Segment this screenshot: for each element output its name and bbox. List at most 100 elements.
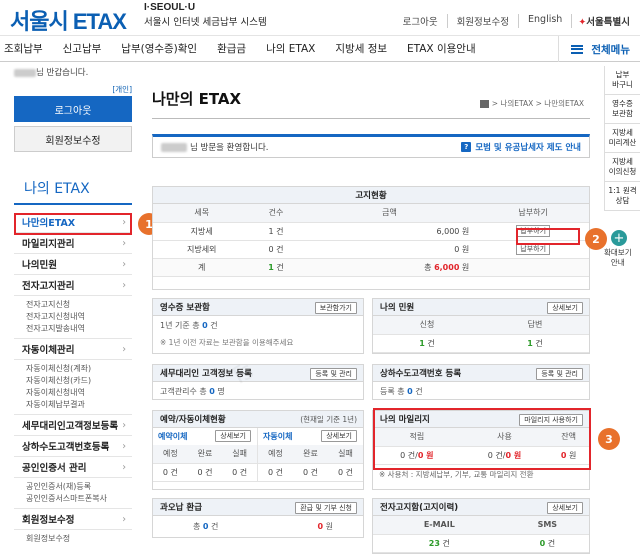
sub-item[interactable]: 자동이체신청(카드) bbox=[26, 375, 132, 387]
cell: 0 건 bbox=[258, 463, 293, 482]
sub-item[interactable]: 공인인증서스마트폰복사 bbox=[26, 493, 132, 505]
panel-body: 등록 총 0 건 bbox=[380, 387, 423, 396]
question-icon: ? bbox=[461, 142, 472, 152]
nav-item-refund[interactable]: 환급금 bbox=[207, 41, 256, 56]
cell: 23 건 bbox=[373, 534, 506, 553]
sub-item[interactable]: 자동이체신청(계좌) bbox=[26, 363, 132, 375]
sidebar-item-enotice[interactable]: 전자고지관리 › bbox=[14, 275, 132, 296]
table-row: 0 건0 건0 건 bbox=[153, 463, 257, 482]
logout-link[interactable]: 로그아웃 bbox=[394, 14, 448, 28]
cell: 0 건 bbox=[153, 463, 188, 482]
receipt-note: ※ 1년 이전 자료는 보관함을 이용해주세요 bbox=[160, 338, 294, 347]
water-panel: 상하수도고객번호 등록 등록 및 관리 등록 총 0 건 bbox=[372, 364, 590, 400]
member-modify-link[interactable]: 회원정보수정 bbox=[448, 14, 520, 28]
receipt-panel: 영수증 보관함 보관함가기 1년 기준 총 0 건 ※ 1년 이전 자료는 보관함… bbox=[152, 298, 364, 354]
minwon-detail-button[interactable]: 상세보기 bbox=[547, 302, 583, 314]
sub-item[interactable]: 공인인증서(재)등록 bbox=[26, 481, 132, 493]
nav-item-local-tax[interactable]: 지방세 정보 bbox=[325, 41, 397, 56]
quick-item-calc[interactable]: 지방세 미리계산 bbox=[605, 124, 640, 153]
panel-title: 과오납 환급 환급 및 기부 신청 bbox=[153, 499, 363, 516]
site-logo[interactable]: 서울시 ETAX bbox=[10, 4, 127, 36]
chevron-right-icon: › bbox=[122, 419, 126, 431]
sub-item[interactable]: 전자고지발송내역 bbox=[26, 323, 132, 335]
sidebar-item-autopay[interactable]: 자동이체관리 › bbox=[14, 339, 132, 360]
cell: 지방세 bbox=[153, 222, 251, 241]
member-modify-button[interactable]: 회원정보수정 bbox=[14, 126, 132, 152]
sidebar-sub-cert: 공인인증서(재)등록 공인인증서스마트폰복사 bbox=[14, 478, 132, 509]
sub-item[interactable]: 전자고지신청내역 bbox=[26, 311, 132, 323]
sidebar: 님 반갑습니다. [개인] 로그아웃 회원정보수정 나의 ETAX 나만의ETA… bbox=[14, 66, 132, 556]
col-header: 완료 bbox=[187, 445, 223, 464]
cell: 1 건 bbox=[250, 222, 302, 241]
greeting-box: 님 방문을 환영합니다. ? 모범 및 유공납세자 제도 안내 bbox=[152, 134, 590, 158]
receipt-box-button[interactable]: 보관함가기 bbox=[314, 302, 357, 314]
reserve-detail-button[interactable]: 상세보기 bbox=[215, 430, 251, 442]
col-header: 실패 bbox=[222, 445, 257, 464]
sub-item[interactable]: 전자고지신청 bbox=[26, 299, 132, 311]
panel-title: 영수증 보관함 보관함가기 bbox=[153, 299, 363, 316]
cell: 총 6,000 원 bbox=[301, 258, 478, 277]
auto-transfer-block: 자동이체 상세보기 예정 완료 실패 0 건0 건0 건 bbox=[258, 428, 363, 482]
account-type-link[interactable]: [개인] bbox=[112, 84, 132, 95]
page-title: 나만의 ETAX bbox=[152, 90, 242, 108]
english-link[interactable]: English bbox=[519, 14, 573, 28]
cell: 1 건 bbox=[373, 334, 481, 353]
reserve-split: 예약이체 상세보기 예정 완료 실패 0 건0 건0 건 자동이체 상세보기 예정 완료 실… bbox=[153, 428, 363, 482]
nav-item-receipt[interactable]: 납부(영수증)확인 bbox=[111, 41, 207, 56]
nav-item-report[interactable]: 신고납부 bbox=[53, 41, 112, 56]
zoom-guide-label[interactable]: 확대보기 안내 bbox=[604, 248, 632, 268]
sidebar-item-water[interactable]: 상하수도고객번호등록 › bbox=[14, 436, 132, 457]
nav-item-inquiry[interactable]: 조회납부 bbox=[0, 41, 53, 56]
quick-item-objection[interactable]: 지방세 이의신청 bbox=[605, 153, 640, 182]
table-row: 0 건0 건0 건 bbox=[258, 463, 363, 482]
sidebar-item-member[interactable]: 회원정보수정 › bbox=[14, 509, 132, 530]
tax-agent-panel: 세무대리인 고객정보 등록 등록 및 관리 고객관리수 총 0 명 bbox=[152, 364, 364, 400]
help-link[interactable]: ? 모범 및 유공납세자 제도 안내 bbox=[461, 141, 581, 153]
cell: 0 건 bbox=[293, 463, 328, 482]
chevron-right-icon: › bbox=[122, 461, 126, 473]
hamburger-icon bbox=[571, 44, 584, 54]
sub-item[interactable]: 자동이체납부결과 bbox=[26, 399, 132, 411]
auto-detail-button[interactable]: 상세보기 bbox=[321, 430, 357, 442]
cell: 0 원 bbox=[301, 240, 478, 259]
zoom-plus-icon[interactable]: + bbox=[611, 230, 627, 246]
all-menu-button[interactable]: 전체메뉴 bbox=[558, 36, 630, 62]
sub-item[interactable]: 회원정보수정 bbox=[26, 533, 132, 545]
sidebar-item-minwon[interactable]: 나의민원 › bbox=[14, 254, 132, 275]
col-header: 예정 bbox=[258, 445, 293, 464]
sidebar-item-tax-agent[interactable]: 세무대리인고객정보등록 › bbox=[14, 415, 132, 436]
refund-apply-button[interactable]: 환급 및 기부 신청 bbox=[295, 502, 357, 514]
welcome-text: 님 반갑습니다. bbox=[14, 66, 132, 78]
quick-item-basket[interactable]: 납부 바구니 bbox=[605, 66, 640, 95]
nav-item-my-etax[interactable]: 나의 ETAX bbox=[256, 41, 325, 56]
nav-item-guide[interactable]: ETAX 이용안내 bbox=[397, 41, 486, 56]
overpay-count: 총 0 건 bbox=[193, 522, 219, 531]
sidebar-item-cert[interactable]: 공인인증서 관리 › bbox=[14, 457, 132, 478]
sidebar-item-mileage[interactable]: 마일리지관리 › bbox=[14, 233, 132, 254]
quick-item-receipt[interactable]: 영수증 보관함 bbox=[605, 95, 640, 124]
home-icon[interactable] bbox=[479, 100, 489, 108]
enotice-table: E-MAIL SMS 23 건 0 건 bbox=[373, 516, 589, 553]
col-header: 납부하기 bbox=[477, 204, 589, 223]
tax-agent-manage-button[interactable]: 등록 및 관리 bbox=[310, 368, 357, 380]
panel-title: 상하수도고객번호 등록 등록 및 관리 bbox=[373, 365, 589, 382]
quick-item-remote[interactable]: 1:1 원격 상담 bbox=[605, 182, 640, 211]
cell: 6,000 원 bbox=[301, 222, 478, 241]
sub-item[interactable]: 자동이체신청내역 bbox=[26, 387, 132, 399]
col-header: 금액 bbox=[301, 204, 478, 223]
water-manage-button[interactable]: 등록 및 관리 bbox=[536, 368, 583, 380]
overpay-panel: 과오납 환급 환급 및 기부 신청 총 0 건 0 원 bbox=[152, 498, 364, 538]
cell: 지방세외 bbox=[153, 240, 251, 259]
title-divider bbox=[152, 118, 590, 119]
reserve-basis: (현재일 기준 1년) bbox=[300, 414, 357, 424]
seoul-city-logo[interactable]: ✦서울특별시 bbox=[572, 14, 630, 28]
enotice-detail-button[interactable]: 상세보기 bbox=[547, 502, 583, 514]
panel-body: 1년 기준 총 0 건 ※ 1년 이전 자료는 보관함을 이용해주세요 bbox=[153, 316, 363, 352]
logout-button[interactable]: 로그아웃 bbox=[14, 96, 132, 122]
panel-body: 고객관리수 총 0 명 bbox=[160, 387, 225, 396]
panel-title: 예약/자동이체현황 (현재일 기준 1년) bbox=[153, 411, 363, 428]
col-header: 건수 bbox=[250, 204, 302, 223]
chevron-right-icon: › bbox=[122, 279, 126, 291]
sidebar-sub-autopay: 자동이체신청(계좌) 자동이체신청(카드) 자동이체신청내역 자동이체납부결과 bbox=[14, 360, 132, 415]
step-badge-3: 3 bbox=[598, 428, 620, 450]
